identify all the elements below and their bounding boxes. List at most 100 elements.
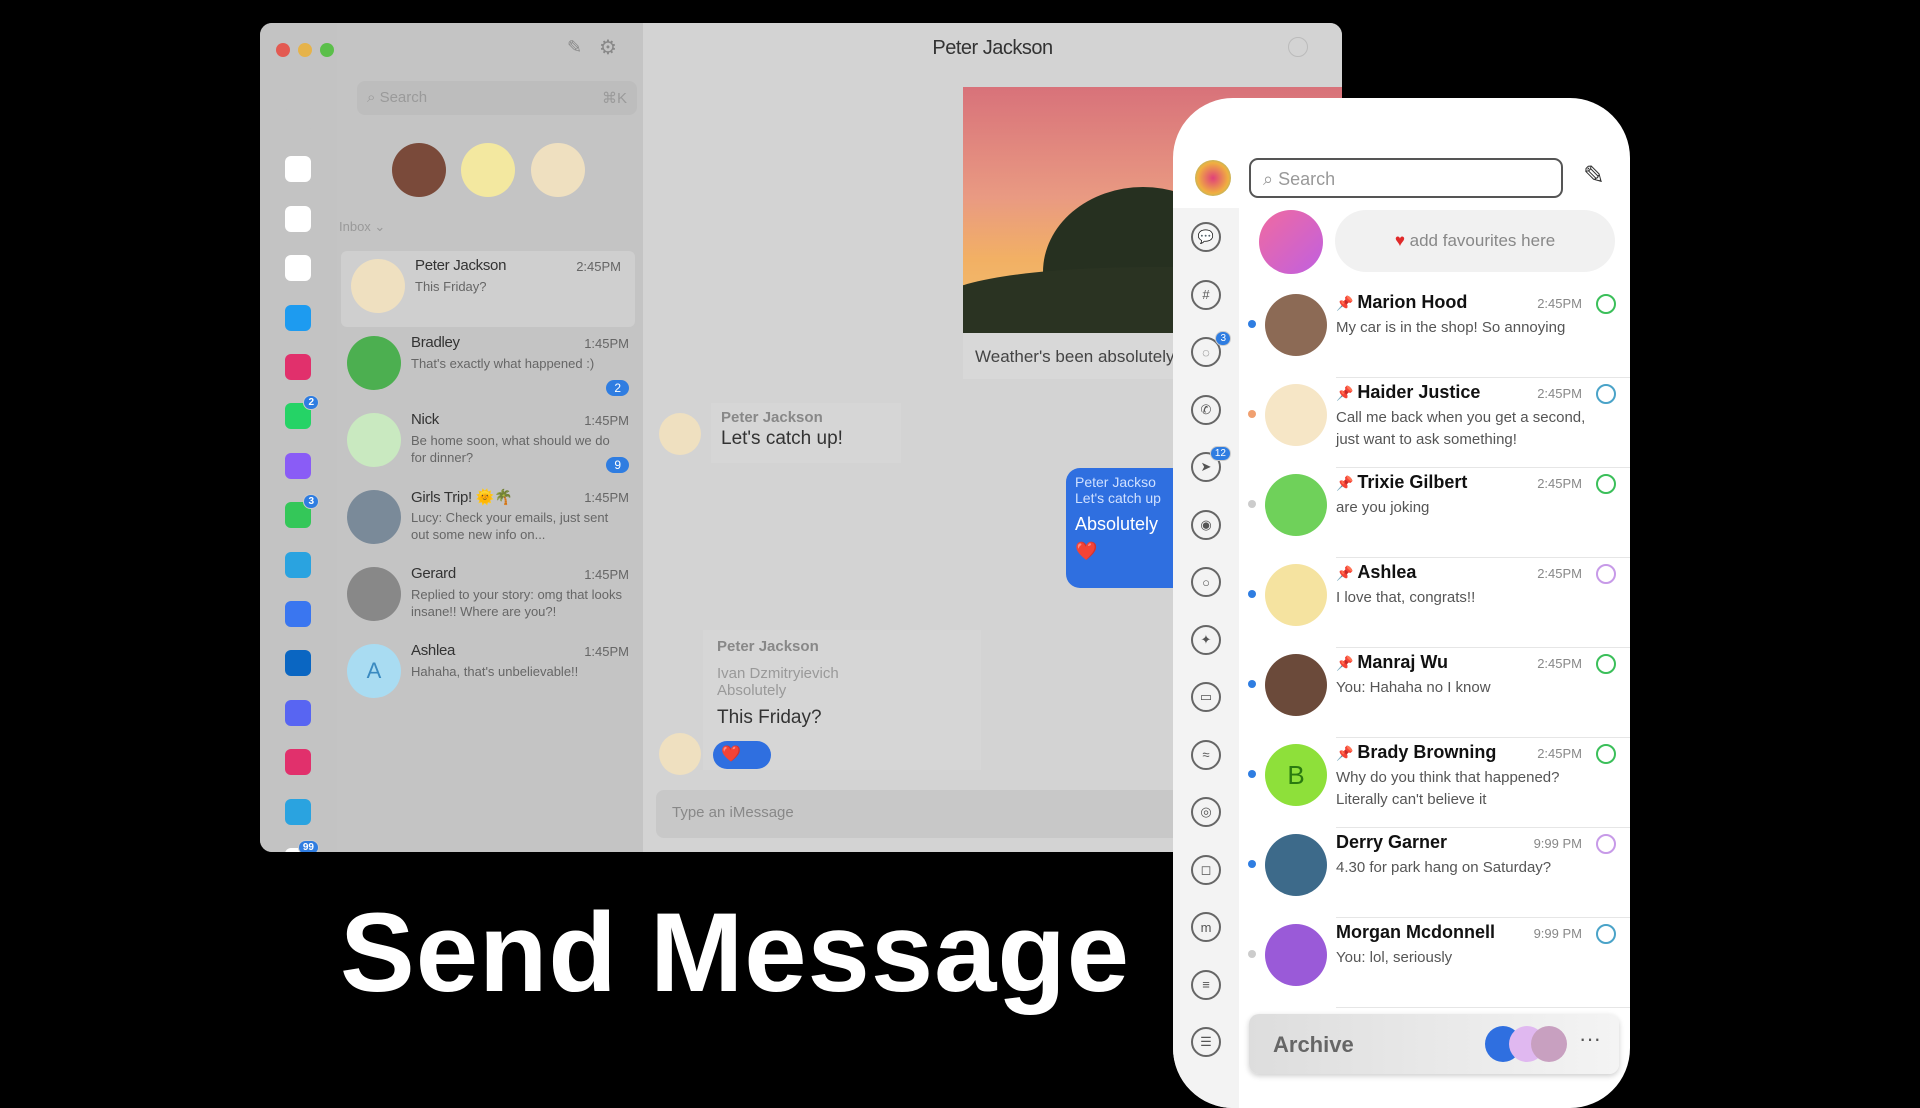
reply-text: Absolutely: [1075, 514, 1159, 534]
profile-avatar[interactable]: [1195, 160, 1231, 196]
chats-icon[interactable]: [285, 156, 311, 183]
unread-badge: 2: [303, 395, 319, 411]
reaction-pill[interactable]: ❤️: [713, 741, 771, 769]
add-favourites-button[interactable]: ♥ add favourites here: [1335, 210, 1615, 272]
shortcut-hint: ⌘K: [601, 90, 627, 107]
conversation-row[interactable]: Peter Jackson 2:45PM This Friday?: [341, 251, 635, 327]
slack-icon[interactable]: 99: [285, 840, 319, 852]
minimize-window-button[interactable]: [298, 43, 312, 57]
unread-dot: [1248, 950, 1256, 958]
conversation-row[interactable]: Bradley 1:45PM That's exactly what happene…: [337, 328, 643, 404]
search-input[interactable]: ⌕ Search ⌘K: [357, 81, 637, 115]
more-button[interactable]: ···: [1579, 1026, 1601, 1052]
info-icon[interactable]: [1288, 37, 1308, 57]
conversation-row[interactable]: 📌 Haider Justice 2:45PM Call me back when …: [1239, 378, 1630, 468]
matrix-icon[interactable]: m: [1191, 912, 1221, 942]
search-icon: ⌕: [1263, 169, 1279, 189]
whatsapp-icon[interactable]: ✆: [1191, 394, 1221, 425]
conversation-list-pane: ✎ ⚙ ⌕ Search ⌘K Inbox ⌄ Peter Jackson 2:45…: [337, 23, 643, 852]
conversation-row[interactable]: Gerard 1:45PM Replied to your story: omg t…: [337, 559, 643, 635]
search-icon: ⌕: [367, 89, 380, 106]
avatar: [347, 413, 401, 467]
sms-icon[interactable]: ≡: [1191, 969, 1221, 1000]
list-icon[interactable]: ☰: [1191, 1027, 1221, 1057]
favourite-avatar[interactable]: [531, 143, 585, 197]
conversation-row[interactable]: 📌 Marion Hood 2:45PM My car is in the shop…: [1239, 288, 1630, 378]
gear-icon[interactable]: ⚙: [599, 35, 617, 60]
conversation-row[interactable]: Morgan Mcdonnell 9:99 PM You: lol, serious…: [1239, 918, 1630, 1008]
compose-icon[interactable]: ✎: [567, 37, 582, 58]
unread-dot: [1248, 590, 1256, 598]
mobile-app: ⌕ Search ✎ 💬 # ◌ 3 ✆ ➤ 12 ◉ ○ ✦ ▭ ≈ ◎ ◻ m ≡ ☰ ♥ add favo…: [1173, 98, 1630, 1108]
instagram-icon[interactable]: ◻: [1191, 854, 1221, 885]
favourites-placeholder-icon: [1259, 210, 1323, 274]
dashed-circle-icon[interactable]: ◌ 3: [1191, 331, 1231, 367]
trend-icon[interactable]: [285, 255, 311, 282]
avatar: [1265, 654, 1327, 716]
avatar: [351, 259, 405, 313]
pin-icon: 📌: [1336, 565, 1358, 581]
unread-count: 9: [606, 457, 629, 473]
telegram-icon[interactable]: ➤ 12: [1191, 446, 1231, 482]
avatar: B: [1265, 744, 1327, 806]
avatar: [347, 567, 401, 621]
unread-badge: 3: [1215, 331, 1231, 346]
chats-icon[interactable]: 💬: [1191, 222, 1221, 252]
archive-bar[interactable]: Archive ···: [1249, 1014, 1619, 1074]
twitter-icon[interactable]: [285, 304, 311, 331]
imessage-icon[interactable]: ○: [1191, 567, 1221, 597]
conversation-row[interactable]: Nick 1:45PM Be home soon, what should we d…: [337, 405, 643, 481]
whatsapp-icon: [1596, 474, 1616, 494]
conversation-row[interactable]: B 📌 Brady Browning 2:45PM Why do you think …: [1239, 738, 1630, 828]
imessage-icon[interactable]: 3: [285, 494, 319, 529]
avatar: [1265, 924, 1327, 986]
chat-bubble-icon[interactable]: ▭: [1191, 682, 1221, 712]
inbox-dropdown[interactable]: Inbox ⌄: [339, 219, 385, 235]
platform-rail: 💬 # ◌ 3 ✆ ➤ 12 ◉ ○ ✦ ▭ ≈ ◎ ◻ m ≡ ☰: [1173, 208, 1239, 1108]
twitter-icon[interactable]: ✦: [1191, 624, 1221, 655]
discord-icon[interactable]: [285, 699, 311, 726]
maximize-window-button[interactable]: [320, 43, 334, 57]
inbox-icon[interactable]: [285, 205, 311, 232]
avatar: [1265, 294, 1327, 356]
unread-dot: [1248, 410, 1256, 418]
instagram-icon[interactable]: [285, 749, 311, 776]
sent-message-bubble[interactable]: Peter Jackso Let's catch up Absolutely ❤️: [1066, 468, 1173, 588]
pin-icon: 📌: [1336, 385, 1358, 401]
imessage-icon: [1596, 744, 1616, 764]
platform-rail: 2 3 99: [260, 23, 337, 852]
favourite-avatar[interactable]: [392, 143, 446, 197]
unread-dot: [1248, 770, 1256, 778]
game-icon[interactable]: ◎: [1191, 797, 1221, 827]
messenger-icon[interactable]: ≈: [1191, 739, 1221, 770]
message-bubble[interactable]: Peter Jackson Let's catch up!: [711, 403, 901, 463]
favourite-avatar[interactable]: [461, 143, 515, 197]
whatsapp-icon[interactable]: 2: [285, 395, 319, 430]
conversation-row[interactable]: 📌 Manraj Wu 2:45PM You: Hahaha no I know: [1239, 648, 1630, 738]
conversation-row[interactable]: Derry Garner 9:99 PM 4.30 for park hang on…: [1239, 828, 1630, 918]
telegram-icon: [1596, 384, 1616, 404]
conversation-row[interactable]: 📌 Trixie Gilbert 2:45PM are you joking: [1239, 468, 1630, 558]
unread-dot: [1248, 500, 1256, 508]
search-input[interactable]: ⌕ Search: [1249, 158, 1563, 198]
conversation-row[interactable]: 📌 Ashlea 2:45PM I love that, congrats!!: [1239, 558, 1630, 648]
avatar: [347, 336, 401, 390]
discord-icon[interactable]: ◉: [1191, 509, 1221, 540]
conversation-row[interactable]: Girls Trip! 🌞🌴 1:45PM Lucy: Check your ema…: [337, 482, 643, 558]
close-window-button[interactable]: [276, 43, 290, 57]
slack-icon[interactable]: #: [1191, 279, 1221, 310]
pin-icon: 📌: [1336, 745, 1358, 761]
layers-icon[interactable]: [285, 107, 311, 133]
conversation-row[interactable]: A Ashlea 1:45PM Hahaha, that's unbelievable…: [337, 636, 643, 712]
linkedin-icon[interactable]: [285, 650, 311, 677]
avatar: [659, 413, 701, 455]
telegram-icon[interactable]: [285, 798, 311, 825]
compose-icon[interactable]: ✎: [1583, 160, 1605, 191]
messenger-icon[interactable]: [285, 452, 311, 479]
signal-icon[interactable]: [285, 601, 311, 627]
reply-quote-name: Peter Jackso: [1075, 474, 1156, 490]
telegram-icon[interactable]: [285, 551, 311, 578]
unread-count: 2: [606, 380, 629, 396]
instagram-icon[interactable]: [285, 354, 311, 380]
pin-icon: 📌: [1336, 655, 1358, 671]
